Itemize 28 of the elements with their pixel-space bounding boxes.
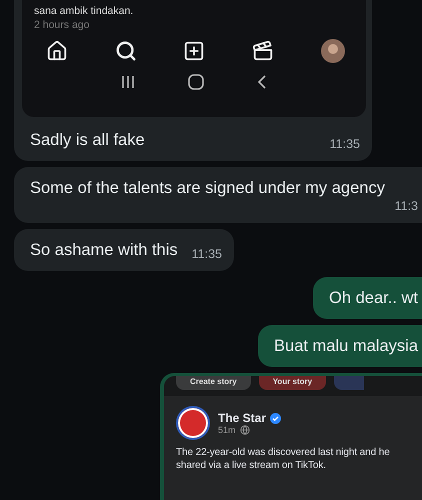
recent-apps-icon [120, 75, 135, 89]
video-icon [252, 40, 274, 62]
verified-icon [270, 412, 282, 424]
story-label: Create story [176, 376, 251, 390]
story-label: Your story [258, 376, 326, 390]
message-text: Buat malu malaysia [274, 336, 418, 357]
message-text: So ashame with this [30, 240, 178, 261]
news-logo [176, 406, 210, 440]
add-icon [183, 40, 205, 62]
story-thumbnail [334, 376, 364, 390]
post-text: The 22-year-old was discovered last night and he [175, 446, 391, 459]
back-icon [257, 75, 268, 89]
home-icon [46, 40, 68, 62]
avatar-icon [320, 38, 346, 64]
post-text: shared via a live stream on TikTok. [175, 459, 327, 472]
post-age: 51m [218, 425, 236, 435]
message-text: Sadly is all fake [30, 130, 145, 151]
search-icon [114, 40, 136, 62]
message-time: 11:35 [330, 137, 360, 151]
screenshot-text: sana ambik tindakan. [34, 4, 134, 18]
message-time: 11:3 [394, 199, 418, 213]
message-time: 11:35 [192, 247, 222, 261]
screenshot-text: 2 hours ago [34, 18, 90, 32]
message-text: Oh dear.. wt [329, 288, 418, 309]
home-button-icon [188, 74, 204, 90]
message-text: Some of the talents are signed under my agency [30, 178, 385, 199]
globe-icon [240, 425, 250, 435]
page-name: The Star [218, 411, 266, 425]
